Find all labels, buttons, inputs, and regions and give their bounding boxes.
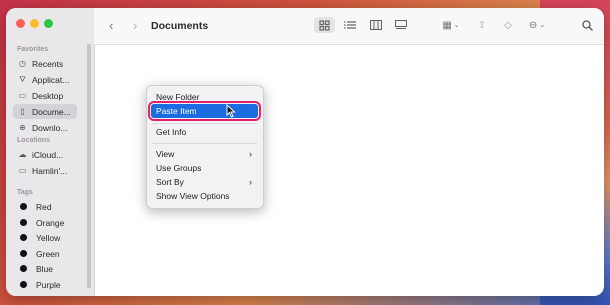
tag-dot-icon bbox=[20, 203, 27, 210]
sidebar-item-label: Blue bbox=[36, 263, 54, 274]
action-menu-button[interactable]: ⊖ ⌄ bbox=[524, 17, 550, 33]
sidebar-item-label: Hamlin'... bbox=[32, 165, 68, 176]
finder-window: Favorites ◷ Recents ⛛ Applicat... ▭ Desk… bbox=[6, 8, 604, 296]
clock-icon: ◷ bbox=[19, 59, 26, 68]
menu-item-label: Sort By bbox=[156, 177, 184, 187]
sidebar-item-label: iCloud... bbox=[32, 149, 64, 160]
gallery-icon bbox=[395, 20, 407, 30]
sidebar-item-label: Red bbox=[36, 201, 52, 212]
sidebar-item-applications[interactable]: ⛛ Applicat... bbox=[13, 72, 77, 87]
locations-header: Locations bbox=[17, 137, 51, 144]
sidebar: Favorites ◷ Recents ⛛ Applicat... ▭ Desk… bbox=[6, 8, 95, 296]
sidebar-item-label: Yellow bbox=[36, 232, 61, 243]
menu-item-use-groups[interactable]: Use Groups bbox=[151, 161, 258, 175]
sidebar-item-label: Desktop bbox=[32, 90, 64, 101]
share-button[interactable]: ⇪ bbox=[474, 17, 490, 33]
chevron-right-icon: › bbox=[249, 177, 252, 187]
list-icon bbox=[344, 21, 356, 29]
sidebar-item-icloud[interactable]: ☁ iCloud... bbox=[13, 147, 77, 162]
menu-item-label: View bbox=[156, 149, 175, 159]
sidebar-item-label: Recents bbox=[32, 58, 64, 69]
sidebar-item-label: Purple bbox=[36, 279, 61, 290]
minimize-button[interactable] bbox=[30, 19, 39, 28]
menu-separator bbox=[152, 143, 257, 144]
window-title: Documents bbox=[151, 20, 209, 32]
chevron-right-icon: › bbox=[249, 149, 252, 159]
tag-dot-icon bbox=[20, 234, 27, 241]
forward-chevron-icon[interactable]: › bbox=[133, 18, 137, 33]
sidebar-item-label: Orange bbox=[36, 217, 65, 228]
sidebar-item-desktop[interactable]: ▭ Desktop bbox=[13, 88, 77, 103]
download-icon: ⊕ bbox=[19, 123, 26, 132]
context-menu: New Folder Paste Item Get Info View › Us… bbox=[146, 85, 264, 209]
chevron-down-icon: ⌄ bbox=[453, 22, 460, 29]
column-view-button[interactable] bbox=[366, 17, 386, 33]
desktop-icon: ▭ bbox=[18, 91, 27, 100]
gallery-view-button[interactable] bbox=[391, 17, 411, 33]
menu-item-label: Show View Options bbox=[156, 191, 230, 201]
sidebar-tag-red[interactable]: Red bbox=[13, 199, 77, 214]
sidebar-item-label: Applicat... bbox=[32, 74, 70, 85]
sidebar-item-documents[interactable]: ▯ Docume... bbox=[13, 104, 77, 119]
chevron-down-icon: ⌄ bbox=[539, 22, 546, 29]
sidebar-tag-green[interactable]: Green bbox=[13, 246, 77, 261]
menu-item-label: New Folder bbox=[156, 92, 200, 102]
mouse-cursor-icon bbox=[226, 104, 236, 118]
sidebar-item-downloads[interactable]: ⊕ Downlo... bbox=[13, 120, 77, 135]
sidebar-tag-purple[interactable]: Purple bbox=[13, 277, 77, 292]
menu-item-view[interactable]: View › bbox=[151, 147, 258, 161]
grid-icon bbox=[319, 19, 330, 31]
computer-icon: ▭ bbox=[18, 166, 27, 175]
sidebar-tag-orange[interactable]: Orange bbox=[13, 215, 77, 230]
columns-icon bbox=[370, 20, 382, 30]
sidebar-item-label: Docume... bbox=[32, 106, 71, 117]
sidebar-scrollbar[interactable] bbox=[87, 44, 91, 288]
tags-button[interactable]: ◇ bbox=[500, 17, 516, 33]
menu-item-label: Get Info bbox=[156, 127, 187, 137]
cloud-icon: ☁ bbox=[18, 150, 27, 159]
tags-header: Tags bbox=[17, 189, 33, 196]
sidebar-item-recents[interactable]: ◷ Recents bbox=[13, 56, 77, 71]
zoom-button[interactable] bbox=[44, 19, 53, 28]
tag-dot-icon bbox=[20, 265, 27, 272]
menu-item-label: Use Groups bbox=[156, 163, 202, 173]
share-icon: ⇪ bbox=[477, 19, 487, 31]
menu-item-get-info[interactable]: Get Info bbox=[151, 125, 258, 139]
sidebar-item-label: Downlo... bbox=[32, 122, 68, 133]
group-by-button[interactable]: ▦ ⌄ bbox=[438, 17, 464, 33]
favorites-header: Favorites bbox=[17, 46, 49, 53]
sidebar-tag-yellow[interactable]: Yellow bbox=[13, 230, 77, 245]
menu-item-sort-by[interactable]: Sort By › bbox=[151, 175, 258, 189]
menu-item-show-view-options[interactable]: Show View Options bbox=[151, 189, 258, 203]
tag-dot-icon bbox=[20, 281, 27, 288]
menu-item-paste-item[interactable]: Paste Item bbox=[148, 101, 261, 121]
toolbar: ‹ › Documents ▦ ⌄ ⇪ ◇ ⊖ ⌄ bbox=[94, 8, 604, 45]
sidebar-item-computer[interactable]: ▭ Hamlin'... bbox=[13, 163, 77, 178]
tag-dot-icon bbox=[20, 250, 27, 257]
sidebar-item-label: Green bbox=[36, 248, 60, 259]
search-button[interactable] bbox=[579, 17, 595, 33]
applications-icon: ⛛ bbox=[19, 74, 26, 84]
icon-view-button[interactable] bbox=[314, 17, 335, 33]
ellipsis-circle-icon: ⊖ bbox=[528, 19, 538, 31]
close-button[interactable] bbox=[16, 19, 25, 28]
menu-item-new-folder[interactable]: New Folder bbox=[151, 90, 258, 104]
tag-icon: ◇ bbox=[504, 19, 512, 31]
tag-dot-icon bbox=[20, 219, 27, 226]
sidebar-tag-blue[interactable]: Blue bbox=[13, 261, 77, 276]
menu-separator bbox=[152, 123, 257, 124]
grid-group-icon: ▦ bbox=[442, 19, 452, 31]
list-view-button[interactable] bbox=[340, 17, 360, 33]
document-icon: ▯ bbox=[20, 107, 25, 116]
search-icon bbox=[581, 19, 593, 31]
menu-item-label: Paste Item bbox=[156, 106, 197, 116]
back-chevron-icon[interactable]: ‹ bbox=[109, 18, 113, 33]
